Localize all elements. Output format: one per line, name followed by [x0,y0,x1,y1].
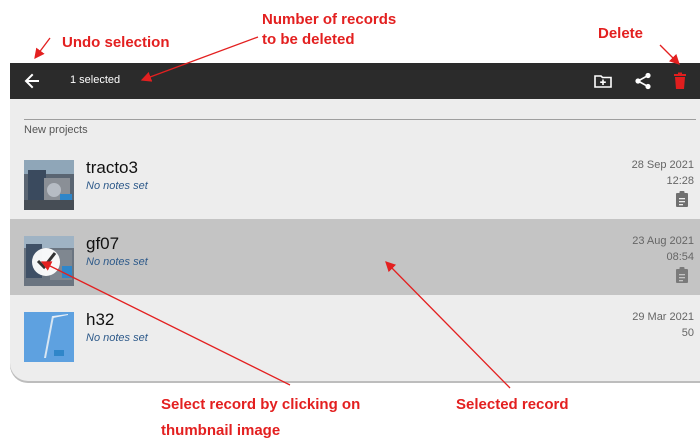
annotation-select-record: Select record by clicking on thumbnail i… [161,392,360,444]
arrow-select-thumbnail [40,261,291,386]
annotation-select-line2: thumbnail image [161,422,281,439]
annotation-arrows [34,36,680,389]
arrow-selected-record [385,261,511,389]
arrow-delete [659,44,680,65]
annotation-selected-record: Selected record [456,396,569,413]
arrow-number [140,36,259,82]
arrow-undo [34,37,51,60]
annotation-select-line1: Select record by clicking on [161,396,361,413]
